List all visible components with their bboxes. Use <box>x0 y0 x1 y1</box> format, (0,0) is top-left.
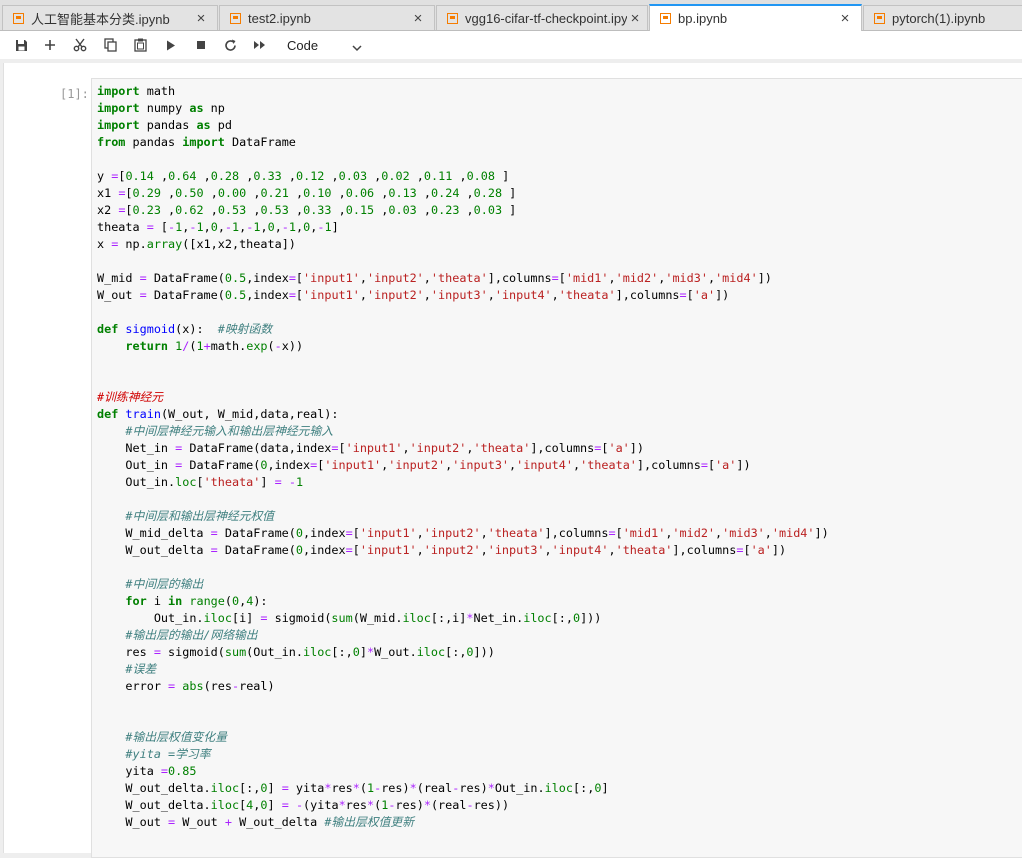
code-line: W_out = DataFrame(0.5,index=['input1','i… <box>97 288 730 302</box>
tab-label: pytorch(1).ipynb <box>892 10 986 26</box>
code-line: for i in range(0,4): <box>125 594 268 608</box>
notebook-page: [1]: import math import numpy as np import… <box>3 63 1022 858</box>
code-line: #中间层和输出层神经元权值 <box>125 509 275 523</box>
chevron-down-icon <box>352 40 362 55</box>
code-cell-editor[interactable]: import math import numpy as np import pand… <box>91 78 1022 858</box>
copy-icon[interactable] <box>99 35 121 55</box>
code-line: res = sigmoid(sum(Out_in.iloc[:,0]*W_out… <box>97 645 495 659</box>
add-cell-icon[interactable] <box>39 35 61 55</box>
tab-bar: 人工智能基本分类.ipynb × test2.ipynb × vgg16-cif… <box>0 0 1022 31</box>
code-line: def sigmoid(x): #映射函数 <box>97 322 273 336</box>
code-line: x1 =[0.29 ,0.50 ,0.00 ,0.21 ,0.10 ,0.06 … <box>97 186 517 200</box>
notebook-icon <box>230 12 241 24</box>
notebook-toolbar: Code <box>0 31 1022 60</box>
code-line: yita =0.85 <box>97 764 197 778</box>
code-line: #中间层神经元输入和输出层神经元输入 <box>125 424 334 438</box>
tab-notebook-2[interactable]: test2.ipynb × <box>219 5 435 30</box>
tab-label: bp.ipynb <box>678 11 728 26</box>
code-line: import numpy as np <box>97 101 225 115</box>
cut-icon[interactable] <box>69 35 91 55</box>
notebook-icon <box>13 12 24 24</box>
code-line: #yita =学习率 <box>125 747 211 761</box>
run-icon[interactable] <box>160 35 182 55</box>
code-line: def train(W_out, W_mid,data,real): <box>97 407 339 421</box>
code-line: Out_in.iloc[i] = sigmoid(sum(W_mid.iloc[… <box>97 611 602 625</box>
code-line: #训练神经元 <box>97 390 164 404</box>
code-line: W_mid = DataFrame(0.5,index=['input1','i… <box>97 271 772 285</box>
code-line: Out_in = DataFrame(0,index=['input1','in… <box>97 458 751 472</box>
tab-label: vgg16-cifar-tf-checkpoint.ipy <box>465 10 627 26</box>
tab-notebook-3[interactable]: vgg16-cifar-tf-checkpoint.ipy × <box>436 5 648 30</box>
code-line: #输出层的输出/网络输出 <box>125 628 258 642</box>
code-line: theata = [-1,-1,0,-1,-1,0,-1,0,-1] <box>97 220 339 234</box>
code-line: import math <box>97 84 176 98</box>
code-line: W_mid_delta = DataFrame(0,index=['input1… <box>97 526 829 540</box>
tab-notebook-active[interactable]: bp.ipynb × <box>649 4 862 31</box>
input-prompt: [1]: <box>60 87 89 101</box>
close-icon[interactable]: × <box>837 10 853 27</box>
close-icon[interactable]: × <box>410 10 426 27</box>
tab-notebook-5[interactable]: pytorch(1).ipynb <box>863 5 1022 30</box>
stop-icon[interactable] <box>190 35 212 55</box>
code-line: error = abs(res-real) <box>97 679 275 693</box>
code-line: W_out_delta.iloc[4,0] = -(yita*res*(1-re… <box>97 798 510 812</box>
tab-label: 人工智能基本分类.ipynb <box>31 11 170 27</box>
code-line: #中间层的输出 <box>125 577 204 591</box>
save-icon[interactable] <box>10 35 32 55</box>
restart-icon[interactable] <box>219 35 241 55</box>
notebook-panel: [1]: import math import numpy as np import… <box>0 59 1022 858</box>
code-line: W_out_delta = DataFrame(0,index=['input1… <box>97 543 787 557</box>
code-line: x2 =[0.23 ,0.62 ,0.53 ,0.53 ,0.33 ,0.15 … <box>97 203 517 217</box>
code-line: W_out_delta.iloc[:,0] = yita*res*(1-res)… <box>97 781 609 795</box>
code-line: import pandas as pd <box>97 118 232 132</box>
paste-icon[interactable] <box>129 35 151 55</box>
code-line: W_out = W_out + W_out_delta #输出层权值更新 <box>97 815 414 829</box>
close-icon[interactable]: × <box>193 10 209 27</box>
tab-label: test2.ipynb <box>248 10 311 26</box>
tab-notebook-1[interactable]: 人工智能基本分类.ipynb × <box>2 5 218 30</box>
close-icon[interactable]: × <box>627 10 643 27</box>
code-line: Out_in.loc['theata'] = -1 <box>97 475 304 489</box>
notebook-icon <box>874 12 885 24</box>
code-line: #输出层权值变化量 <box>125 730 227 744</box>
cell-type-dropdown[interactable]: Code <box>280 35 368 55</box>
code-line: #误差 <box>125 662 157 676</box>
cell-type-label: Code <box>287 37 319 53</box>
code-line: x = np.array([x1,x2,theata]) <box>97 237 296 251</box>
run-all-icon[interactable] <box>249 35 271 55</box>
code-line: Net_in = DataFrame(data,index=['input1',… <box>97 441 644 455</box>
code-line: return 1/(1+math.exp(-x)) <box>125 339 304 353</box>
notebook-icon <box>447 12 458 24</box>
notebook-icon <box>660 13 671 24</box>
code-line: y =[0.14 ,0.64 ,0.28 ,0.33 ,0.12 ,0.03 ,… <box>97 169 510 183</box>
code-line: from pandas import DataFrame <box>97 135 296 149</box>
